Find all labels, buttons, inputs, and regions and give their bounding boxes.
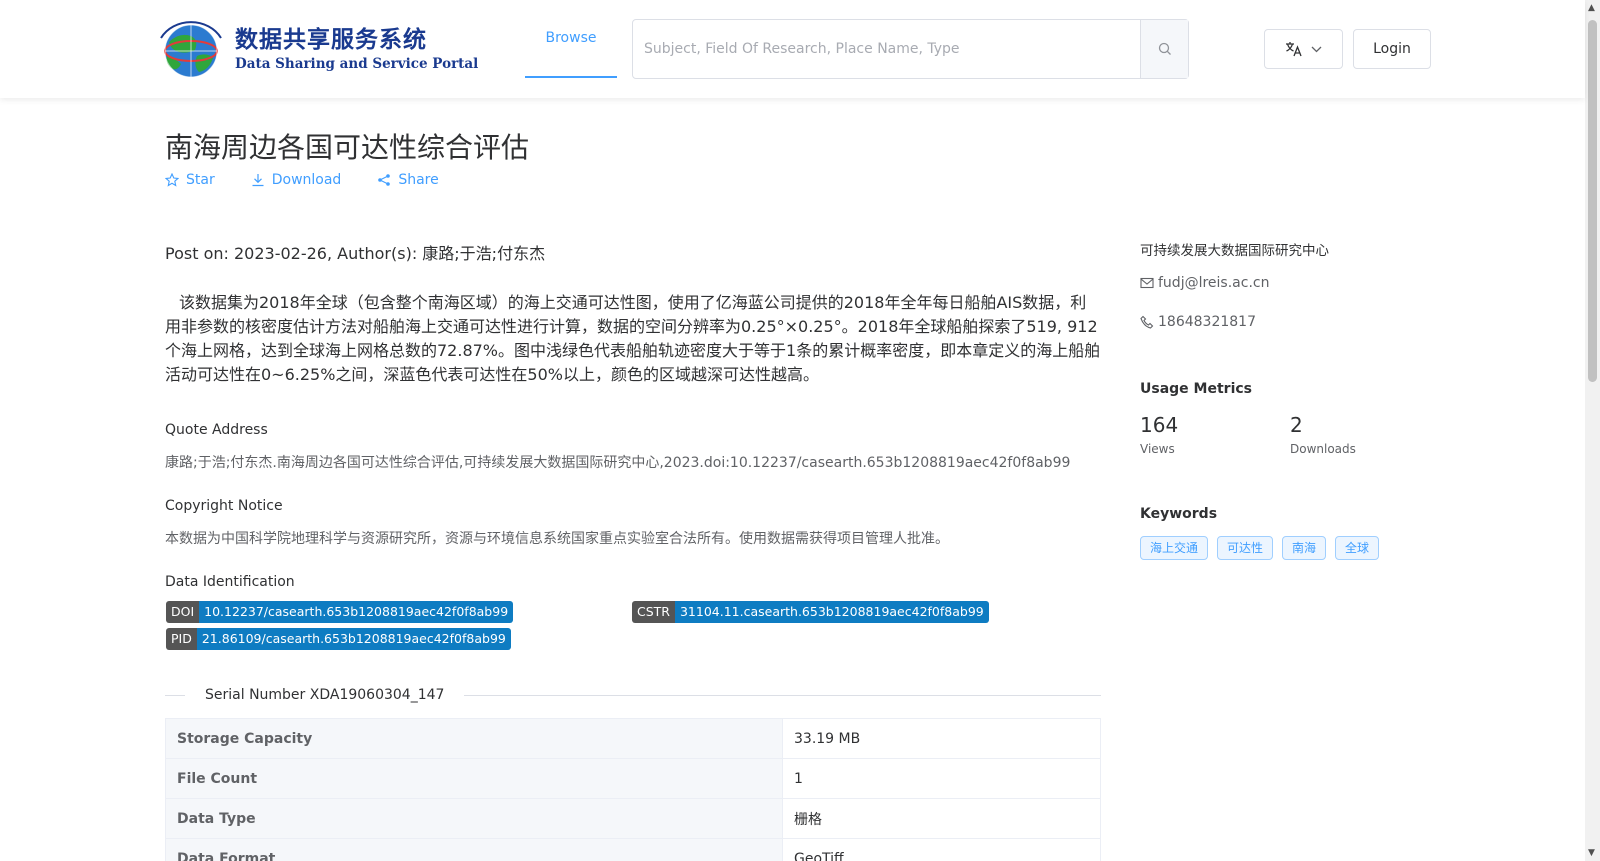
table-row: Data Format GeoTiff <box>165 838 1101 861</box>
keywords-title: Keywords <box>1140 506 1218 522</box>
attribute-value: 1 <box>782 758 1101 799</box>
attribute-key: Storage Capacity <box>165 718 783 759</box>
download-button[interactable]: Download <box>251 172 342 188</box>
doi-badge-key: DOI <box>166 601 200 623</box>
cstr-badge-key: CSTR <box>632 601 675 623</box>
table-row: Data Type 栅格 <box>165 798 1101 839</box>
views-label: Views <box>1140 442 1175 456</box>
phone-icon <box>1140 315 1154 329</box>
mail-icon <box>1140 277 1154 289</box>
downloads-count: 2 <box>1290 413 1303 437</box>
scroll-down-arrow-icon[interactable]: ▼ <box>1588 848 1595 858</box>
downloads-label: Downloads <box>1290 442 1356 456</box>
attribute-key: Data Format <box>165 838 783 861</box>
download-label: Download <box>271 172 342 188</box>
dataset-title: 南海周边各国可达性综合评估 <box>165 131 530 164</box>
chevron-down-icon <box>1311 46 1322 52</box>
share-icon <box>378 174 391 186</box>
contact-phone[interactable]: 18648321817 <box>1140 314 1256 330</box>
keyword-tags: 海上交通 可达性 南海 全球 <box>1140 536 1380 560</box>
top-header: 数据共享服务系统 Data Sharing and Service Portal… <box>0 0 1585 98</box>
keyword-tag[interactable]: 南海 <box>1282 536 1327 560</box>
scroll-up-arrow-icon[interactable]: ▲ <box>1588 3 1595 13</box>
search-bar <box>632 19 1189 79</box>
logo-chinese-title: 数据共享服务系统 <box>235 27 427 53</box>
dataset-actions: Star Download Share <box>165 172 475 188</box>
post-info: Post on: 2023-02-26, Author(s): 康路;于浩;付东… <box>165 244 546 263</box>
share-label: Share <box>398 172 439 188</box>
site-logo[interactable]: 数据共享服务系统 Data Sharing and Service Portal <box>153 18 478 80</box>
nav-browse-tab[interactable]: Browse <box>525 0 617 78</box>
organization-name: 可持续发展大数据国际研究中心 <box>1140 243 1329 259</box>
translate-icon <box>1286 42 1302 57</box>
search-input[interactable] <box>633 20 1140 78</box>
views-count: 164 <box>1140 413 1179 437</box>
table-row: Storage Capacity 33.19 MB <box>165 718 1101 759</box>
attribute-value: GeoTiff <box>782 838 1101 861</box>
globe-logo-icon <box>153 18 231 80</box>
email-text: fudj@lreis.ac.cn <box>1158 275 1270 291</box>
pid-badge[interactable]: PID 21.86109/casearth.653b1208819aec42f0… <box>166 628 511 650</box>
quote-address-text: 康路;于浩;付东杰.南海周边各国可达性综合评估,可持续发展大数据国际研究中心,2… <box>165 455 1071 471</box>
serial-number-divider: Serial Number XDA19060304_147 <box>165 686 1101 704</box>
table-row: File Count 1 <box>165 758 1101 799</box>
cstr-badge[interactable]: CSTR 31104.11.casearth.653b1208819aec42f… <box>632 601 989 623</box>
doi-badge[interactable]: DOI 10.12237/casearth.653b1208819aec42f0… <box>166 601 514 623</box>
copyright-label: Copyright Notice <box>165 498 283 514</box>
attribute-value: 栅格 <box>782 798 1101 839</box>
login-button[interactable]: Login <box>1353 29 1431 69</box>
page-scrollbar[interactable]: ▲ ▼ <box>1585 0 1600 861</box>
scroll-thumb[interactable] <box>1588 20 1597 382</box>
star-button[interactable]: Star <box>165 172 215 188</box>
contact-email[interactable]: fudj@lreis.ac.cn <box>1140 275 1269 291</box>
doi-badge-value: 10.12237/casearth.653b1208819aec42f0f8ab… <box>199 601 514 623</box>
keyword-tag[interactable]: 全球 <box>1335 536 1380 560</box>
cstr-badge-value: 31104.11.casearth.653b1208819aec42f0f8ab… <box>674 601 989 623</box>
dataset-description: 该数据集为2018年全球（包含整个南海区域）的海上交通可达性图，使用了亿海蓝公司… <box>165 293 1101 384</box>
attribute-value: 33.19 MB <box>782 718 1101 759</box>
attribute-key: File Count <box>165 758 783 799</box>
download-icon <box>252 174 264 187</box>
search-button[interactable] <box>1140 20 1188 78</box>
star-label: Star <box>186 172 215 188</box>
language-switch-button[interactable] <box>1264 29 1343 69</box>
data-identification-label: Data Identification <box>165 574 295 590</box>
pid-badge-key: PID <box>166 628 197 650</box>
keyword-tag[interactable]: 海上交通 <box>1140 536 1209 560</box>
keyword-tag[interactable]: 可达性 <box>1217 536 1274 560</box>
phone-text: 18648321817 <box>1158 314 1256 330</box>
attribute-key: Data Type <box>165 798 783 839</box>
usage-metrics-title: Usage Metrics <box>1140 381 1252 397</box>
copyright-text: 本数据为中国科学院地理科学与资源研究所，资源与环境信息系统国家重点实验室合法所有… <box>165 531 949 547</box>
search-icon <box>1158 42 1171 55</box>
pid-badge-value: 21.86109/casearth.653b1208819aec42f0f8ab… <box>196 628 511 650</box>
dataset-attributes-table: Storage Capacity 33.19 MB File Count 1 D… <box>165 718 1101 861</box>
share-button[interactable]: Share <box>377 172 439 188</box>
serial-number: Serial Number XDA19060304_147 <box>205 687 445 703</box>
quote-address-label: Quote Address <box>165 422 268 438</box>
logo-english-title: Data Sharing and Service Portal <box>235 56 479 72</box>
star-icon <box>165 173 179 187</box>
